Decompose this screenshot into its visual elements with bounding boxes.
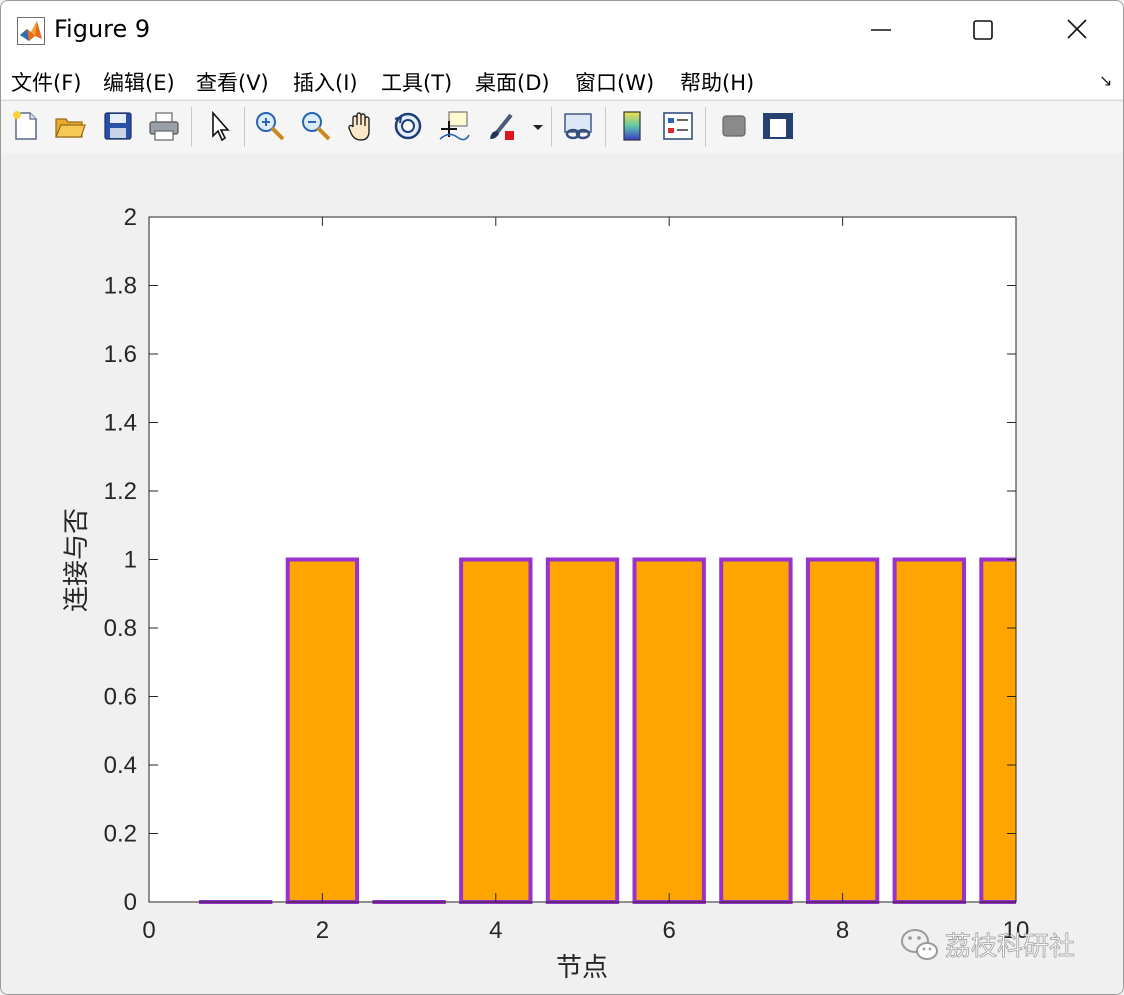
bar-node-7 <box>719 557 793 904</box>
save-icon[interactable] <box>101 109 135 143</box>
y-tick-label: 0.2 <box>104 821 137 848</box>
dock-arrow-icon[interactable]: ↘ <box>1099 71 1112 90</box>
x-tick-label: 6 <box>663 917 676 944</box>
close-icon <box>1067 19 1087 39</box>
open-icon[interactable] <box>53 109 87 143</box>
x-tick-label: 2 <box>316 917 329 944</box>
bar-node-6 <box>632 557 706 904</box>
toolbar-separator <box>244 107 245 147</box>
menu-tools[interactable]: 工具(T) <box>381 67 452 97</box>
menu-desktop[interactable]: 桌面(D) <box>475 67 550 97</box>
link-plot-icon[interactable] <box>561 109 595 143</box>
maximize-icon <box>973 20 993 40</box>
colorbar-icon[interactable] <box>615 109 649 143</box>
menu-bar: 文件(F) 编辑(E) 查看(V) 插入(I) 工具(T) 桌面(D) 窗口(W… <box>1 59 1123 99</box>
rotate-3d-icon[interactable] <box>391 109 425 143</box>
y-tick-label: 1.6 <box>104 341 137 368</box>
matlab-logo-icon <box>17 17 45 45</box>
figure-window: Figure 9 文件(F) 编辑(E) 查看(V) 插入(I) 工具(T) 桌… <box>0 0 1124 995</box>
bar-node-5 <box>545 557 620 904</box>
menu-file[interactable]: 文件(F) <box>11 67 81 97</box>
minimize-icon <box>871 29 891 31</box>
watermark-text: 荔枝科研社 <box>945 931 1075 961</box>
print-icon[interactable] <box>147 109 181 143</box>
select-pointer-icon[interactable] <box>203 109 237 143</box>
x-tick-label: 0 <box>142 917 155 944</box>
x-tick-label: 4 <box>489 917 502 944</box>
legend-icon[interactable] <box>661 109 695 143</box>
menu-view[interactable]: 查看(V) <box>196 67 269 97</box>
bar-node-9 <box>892 557 966 904</box>
toolbar-separator <box>191 107 192 147</box>
wechat-logo-icon <box>901 929 938 960</box>
toolbar-separator <box>705 107 706 147</box>
y-tick-label: 1.4 <box>104 410 137 437</box>
y-tick-label: 2 <box>124 204 137 231</box>
title-bar[interactable]: Figure 9 <box>1 1 1123 59</box>
new-figure-icon[interactable] <box>9 109 43 143</box>
figure-canvas[interactable]: 0 0.2 0.4 0.6 0.8 1 1.2 1.4 1.6 1.8 2 0 2 4 6 8 10 节点 连… <box>1 153 1123 994</box>
y-tick-label: 0.8 <box>104 615 137 642</box>
menu-help[interactable]: 帮助(H) <box>680 67 754 97</box>
hide-plot-tools-icon[interactable] <box>717 109 751 143</box>
menu-window[interactable]: 窗口(W) <box>575 67 654 97</box>
bar-chart: 00.20.40.60.811.21.41.61.82 0 2 4 6 8 10 节点 连… <box>61 204 1075 982</box>
x-axis-label: 节点 <box>556 952 608 982</box>
zoom-out-icon[interactable] <box>299 109 333 143</box>
figure-toolbar <box>1 100 1123 154</box>
pan-hand-icon[interactable] <box>345 109 379 143</box>
window-title: Figure 9 <box>54 15 151 43</box>
y-tick-label: 1.2 <box>104 478 137 505</box>
y-tick-label: 0.6 <box>104 684 137 711</box>
brush-icon[interactable] <box>485 109 519 143</box>
show-plot-tools-icon[interactable] <box>761 109 795 143</box>
y-tick-label: 0 <box>124 889 137 916</box>
toolbar-separator <box>551 107 552 147</box>
menu-insert[interactable]: 插入(I) <box>293 67 358 97</box>
bar-node-8 <box>805 557 880 904</box>
bar-node-4 <box>459 557 533 904</box>
maximize-button[interactable] <box>953 11 1013 49</box>
toolbar-separator <box>605 107 606 147</box>
watermark: 荔枝科研社 <box>901 929 1075 961</box>
y-tick-label: 1 <box>124 547 137 574</box>
y-tick-label: 1.8 <box>104 273 137 300</box>
minimize-button[interactable] <box>851 11 911 49</box>
zoom-in-icon[interactable] <box>253 109 287 143</box>
menu-edit[interactable]: 编辑(E) <box>103 67 175 97</box>
x-tick-label: 8 <box>836 917 849 944</box>
bar-node-2 <box>285 557 360 904</box>
close-button[interactable] <box>1047 11 1107 49</box>
brush-dropdown-icon[interactable] <box>531 109 545 143</box>
y-axis-label: 连接与否 <box>61 508 91 612</box>
y-tick-label: 0.4 <box>104 752 137 779</box>
data-cursor-icon[interactable] <box>437 109 471 143</box>
